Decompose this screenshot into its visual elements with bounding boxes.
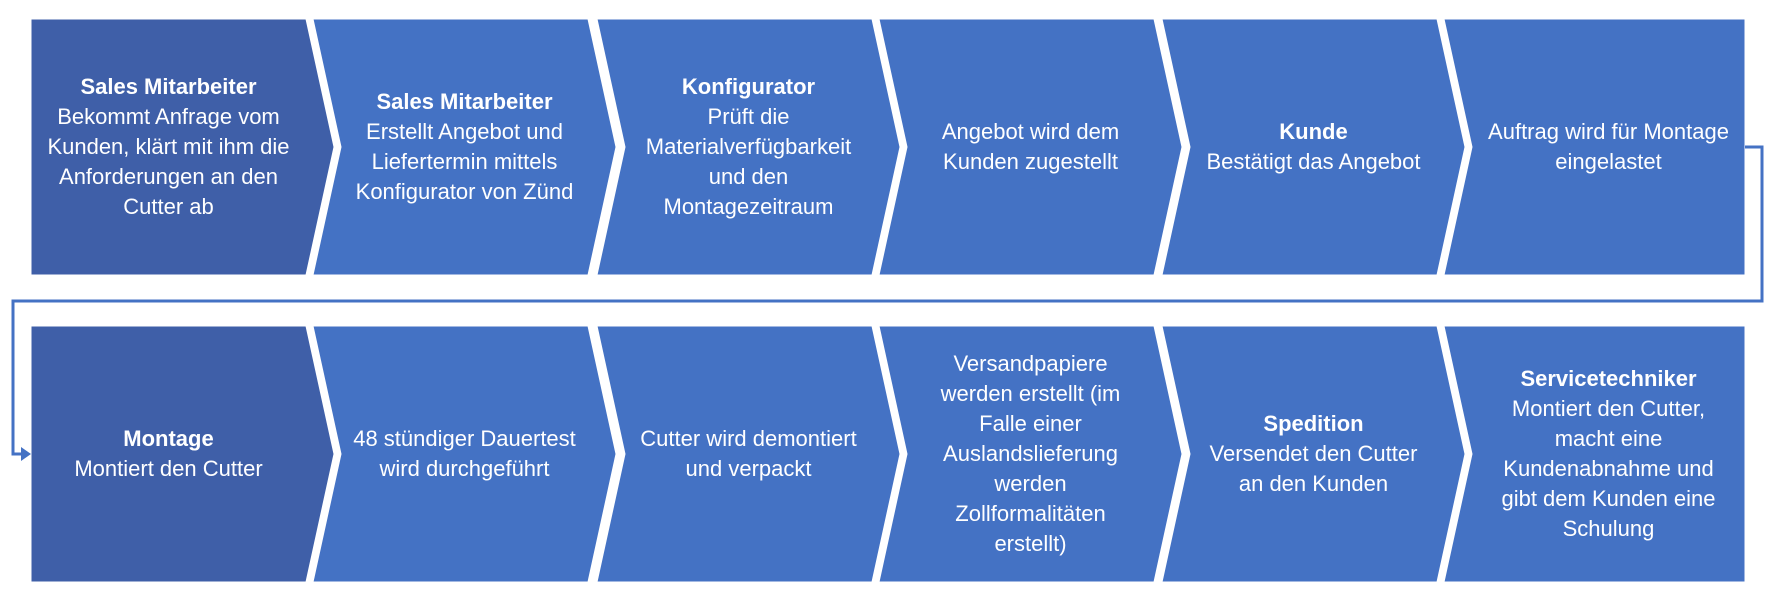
process-step-shape	[312, 325, 617, 583]
process-step-shape	[596, 18, 901, 276]
process-step-shape	[312, 18, 617, 276]
process-step-shape	[30, 325, 335, 583]
process-step-shape	[30, 18, 335, 276]
process-flow-diagram: Sales Mitarbeiter Bekommt Anfrage vom Kun…	[0, 0, 1774, 600]
process-step-shape	[596, 325, 901, 583]
process-shapes	[11, 18, 1764, 583]
connector-arrowhead	[21, 447, 31, 461]
process-step-shape	[1161, 325, 1466, 583]
process-step-shape	[878, 325, 1183, 583]
process-step-shape	[1161, 18, 1466, 276]
process-step-shape	[1443, 18, 1746, 276]
process-step-shape	[1443, 325, 1746, 583]
process-step-shape	[878, 18, 1183, 276]
